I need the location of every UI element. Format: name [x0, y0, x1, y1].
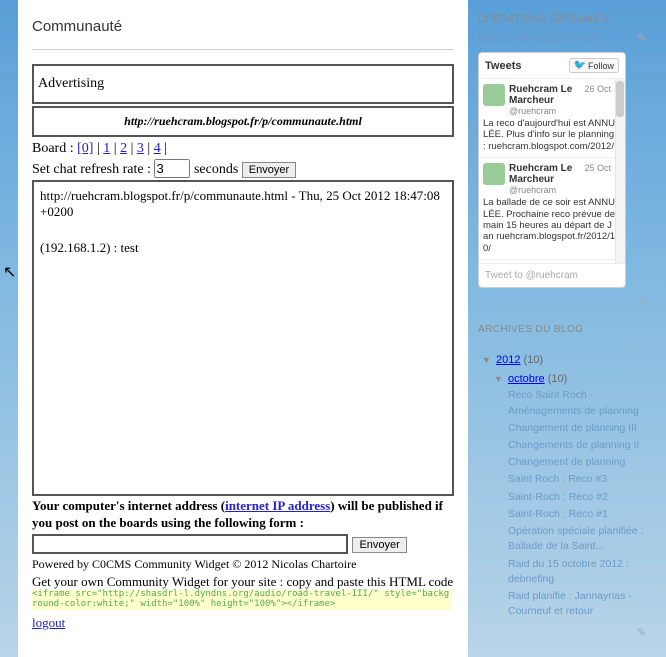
board-label: Board :	[32, 141, 77, 156]
refresh-label: Set chat refresh rate :	[32, 162, 154, 177]
archive-post[interactable]: Saint Roch : Reco #3	[508, 472, 646, 487]
board-link-2[interactable]: 2	[120, 141, 127, 156]
board-link-0[interactable]: [0]	[77, 141, 93, 156]
edit-icon[interactable]: ✎	[637, 31, 646, 44]
refresh-input[interactable]	[154, 159, 190, 178]
archive-post[interactable]: Changement de planning III	[508, 421, 646, 436]
refresh-submit-button[interactable]: Envoyer	[242, 162, 296, 178]
archive-year-count: (10)	[524, 354, 544, 366]
tweet-handle: @ruehcram	[509, 106, 617, 116]
archive-post[interactable]: Raid planifié : Jannayrias - Courneuf et…	[508, 589, 646, 619]
chevron-down-icon[interactable]: ▼	[482, 355, 491, 365]
board-message: (192.168.1.2) : test	[40, 240, 446, 256]
follow-button[interactable]: 🐦 Follow	[569, 58, 619, 73]
edit-icon[interactable]: ✎	[637, 296, 646, 308]
board-link-4[interactable]: 4	[154, 141, 161, 156]
sidebar: OPÉRATIONS SPÉCIALES Ballade de la Saint…	[478, 0, 646, 641]
archive-post[interactable]: Opération spéciale planifiée : Ballade d…	[508, 524, 646, 554]
twitter-icon: 🐦	[574, 60, 586, 71]
archive-month-count: (10)	[548, 373, 568, 385]
page-url-box: http://ruehcram.blogspot.fr/p/communaute…	[32, 106, 454, 137]
archive-post[interactable]: Raid du 15 octobre 2012 : debriefing	[508, 557, 646, 587]
iframe-code: <iframe src="http://shasdrl-l.dyndns.org…	[32, 590, 452, 610]
powered-by: Powered by C0CMS Community Widget © 2012…	[32, 557, 454, 572]
archive-post[interactable]: Reco Saint Roch - Aménagements de planni…	[508, 388, 646, 418]
archive-post[interactable]: Saint-Roch : Reco #2	[508, 490, 646, 505]
avatar	[483, 84, 505, 106]
logout-link[interactable]: logout	[32, 615, 65, 631]
tweet-compose[interactable]: Tweet to @ruehcram	[479, 263, 625, 287]
page-title: Communauté	[32, 18, 454, 35]
main-column: Communauté Advertising http://ruehcram.b…	[18, 0, 468, 657]
chat-board: http://ruehcram.blogspot.fr/p/communaute…	[32, 180, 454, 496]
get-widget-text: Get your own Community Widget for your s…	[32, 574, 454, 590]
avatar	[483, 163, 505, 185]
chevron-down-icon[interactable]: ▼	[494, 374, 503, 384]
archive-post[interactable]: Saint-Roch : Reco #1	[508, 507, 646, 522]
advertising-box: Advertising	[32, 64, 454, 104]
refresh-line: Set chat refresh rate : seconds Envoyer	[32, 157, 454, 180]
archive-month[interactable]: octobre	[508, 373, 545, 385]
archives-heading: ARCHIVES DU BLOG	[478, 324, 646, 335]
tweets-title: Tweets	[485, 60, 521, 72]
archive-post[interactable]: Changement de planning	[508, 455, 646, 470]
post-submit-button[interactable]: Envoyer	[352, 537, 406, 553]
ops-link[interactable]: Ballade de la Saint-Roch	[478, 32, 599, 44]
post-input[interactable]	[32, 534, 348, 554]
refresh-unit: seconds	[194, 162, 242, 177]
cursor-icon: ↖	[3, 262, 16, 282]
archive-post[interactable]: Changements de planning II	[508, 438, 646, 453]
board-link-1[interactable]: 1	[103, 141, 110, 156]
board-nav: Board : [0] | 1 | 2 | 3 | 4 |	[32, 139, 454, 157]
tweet-item: Ruehcram Le Marcheur @ruehcram 26 Oct La…	[479, 79, 621, 158]
ops-heading: OPÉRATIONS SPÉCIALES	[478, 14, 646, 25]
tweet-text: La ballade de ce soir est ANNULÉE. Proch…	[483, 197, 617, 254]
ip-notice: Your computer's internet address (intern…	[32, 498, 454, 532]
ip-link[interactable]: internet IP address	[225, 498, 330, 513]
divider	[32, 49, 454, 50]
board-link-3[interactable]: 3	[137, 141, 144, 156]
post-form: Envoyer	[32, 534, 454, 554]
edit-icon[interactable]: ✎	[637, 627, 646, 639]
archive-year[interactable]: 2012	[496, 354, 520, 366]
tweet-handle: @ruehcram	[509, 185, 617, 195]
tweet-text: La reco d'aujourd'hui est ANNULÉE. Plus …	[483, 118, 617, 152]
tweet-date: 26 Oct	[584, 84, 611, 94]
tweet-date: 25 Oct	[584, 163, 611, 173]
tweets-widget: Tweets 🐦 Follow Ruehcram Le Marcheur @ru…	[478, 52, 626, 288]
tweet-scroll-thumb[interactable]	[616, 81, 624, 117]
board-timestamp: http://ruehcram.blogspot.fr/p/communaute…	[40, 188, 446, 220]
tweet-scrollbar[interactable]	[615, 79, 625, 263]
tweet-item: Ruehcram Le Marcheur @ruehcram 25 Oct La…	[479, 158, 621, 260]
